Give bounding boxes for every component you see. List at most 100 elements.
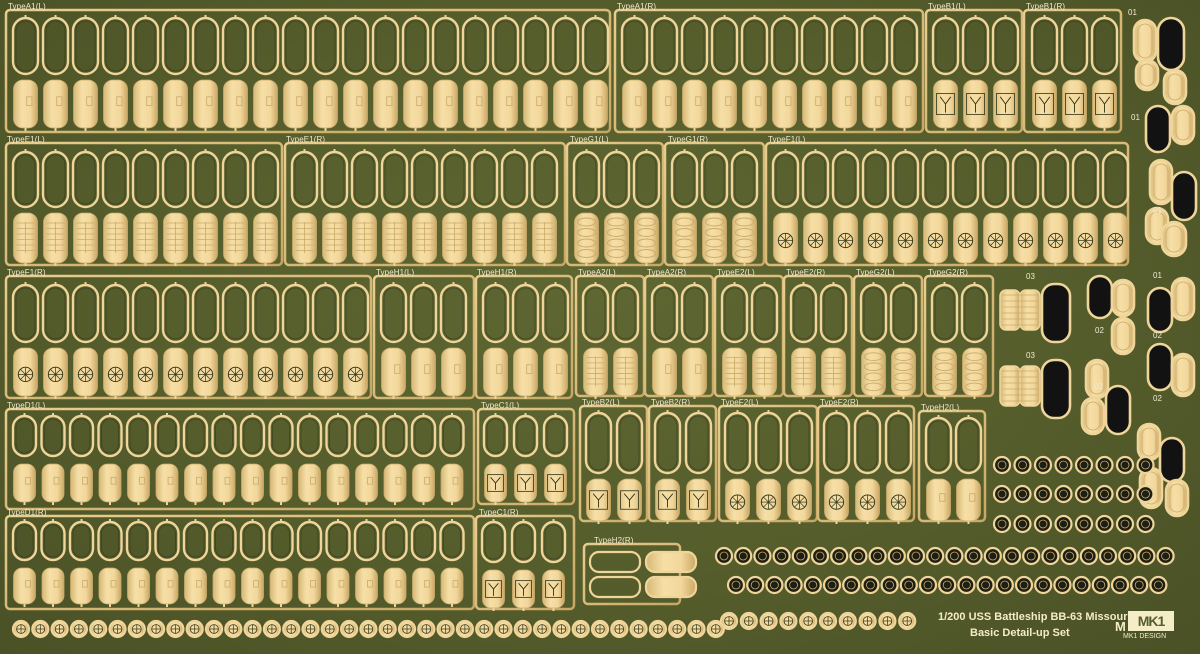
round-fitting-part <box>108 619 127 639</box>
door-panel-part <box>155 567 179 607</box>
door-panel-part <box>440 463 464 505</box>
door-panel-part <box>412 567 435 607</box>
door-panel-part <box>472 212 497 266</box>
round-fitting-part <box>906 546 926 566</box>
label-type-a1-right: TypeA1(R) <box>617 2 657 11</box>
round-fitting-part <box>397 619 417 639</box>
door-panel-part <box>253 347 278 399</box>
round-fitting-part <box>166 619 185 639</box>
door-frame-part <box>251 282 280 344</box>
door-frame-part <box>11 149 40 209</box>
door-frame-part <box>182 413 209 458</box>
door-panel-part <box>13 212 38 266</box>
round-fitting-part <box>185 619 204 639</box>
round-fitting-part <box>887 546 906 566</box>
door-frame-part <box>380 149 409 209</box>
round-fitting-part <box>1013 455 1032 475</box>
door-panel-part <box>193 347 218 399</box>
door-frame-part <box>482 413 509 458</box>
round-fitting-part <box>340 619 359 639</box>
door-panel-part <box>212 463 236 505</box>
round-fitting-part <box>1013 514 1032 534</box>
door-panel-part <box>193 212 218 266</box>
door-panel-part <box>553 79 578 131</box>
door-frame-part <box>924 415 953 475</box>
door-frame-part <box>700 149 729 209</box>
door-panel-part <box>163 79 188 131</box>
door-panel-part <box>411 347 436 399</box>
door-panel-part <box>652 347 677 399</box>
brand-logo: MK1 <box>1128 611 1174 631</box>
door-panel-part <box>863 212 888 266</box>
round-fitting-part <box>803 575 822 595</box>
door-frame-part <box>584 410 613 475</box>
door-panel-part <box>983 212 1008 266</box>
round-fitting-part <box>1079 546 1098 566</box>
door-frame-part <box>1060 15 1089 76</box>
brass-oval-part <box>1148 158 1174 206</box>
door-frame-part <box>97 413 123 458</box>
round-fitting-part <box>818 611 838 631</box>
door-panel-part <box>512 569 535 611</box>
round-fitting-part <box>926 546 945 566</box>
door-panel-part <box>184 567 207 607</box>
round-fitting-part <box>1149 575 1168 595</box>
door-panel-part <box>583 347 608 399</box>
round-fitting-part <box>992 484 1012 504</box>
door-frame-part <box>653 410 682 475</box>
door-panel-part <box>269 567 293 607</box>
round-fitting-part <box>1034 575 1053 595</box>
door-frame-part <box>500 149 529 209</box>
door-frame-part <box>325 413 351 458</box>
door-frame-part <box>951 149 980 209</box>
round-fitting-part <box>1130 575 1149 595</box>
door-frame-part <box>1041 149 1070 209</box>
door-panel-part <box>1073 212 1098 266</box>
door-frame-part <box>859 282 888 344</box>
door-frame-part <box>11 282 40 344</box>
label-part-03: 03 <box>1026 272 1036 281</box>
dark-oval-part <box>1158 436 1186 484</box>
round-fitting-part <box>455 619 474 639</box>
door-panel-part <box>73 79 98 131</box>
door-panel-part <box>923 212 948 266</box>
door-panel-part <box>103 212 128 266</box>
round-fitting-part <box>89 619 108 639</box>
door-frame-part <box>161 282 190 344</box>
round-fitting-part <box>714 546 734 566</box>
door-panel-part <box>655 478 680 524</box>
door-frame-part <box>379 282 408 344</box>
door-panel-part <box>70 567 93 607</box>
door-frame-part <box>341 282 370 344</box>
door-panel-part <box>953 212 978 266</box>
label-type-g2-left: TypeG2(L) <box>856 268 895 277</box>
round-fitting-part <box>590 619 610 639</box>
door-panel-part <box>1062 79 1087 131</box>
dark-oval-part <box>1144 104 1172 154</box>
door-frame-part <box>191 282 220 344</box>
round-fitting-part <box>1136 484 1155 504</box>
door-panel-part <box>833 212 858 266</box>
door-panel-part <box>752 347 777 399</box>
label-type-f2-left: TypeF2(L) <box>721 398 759 407</box>
round-fitting-part <box>1156 546 1175 566</box>
door-panel-part <box>532 212 557 266</box>
brass-oval-part <box>1136 422 1162 462</box>
door-panel-part <box>756 478 781 524</box>
dark-oval-part <box>1104 384 1132 436</box>
round-fitting-part <box>1118 546 1137 566</box>
round-fitting-part <box>995 575 1014 595</box>
door-frame-part <box>541 282 570 344</box>
door-frame-part <box>71 15 100 76</box>
door-panel-part <box>326 567 350 607</box>
round-fitting-part <box>880 575 899 595</box>
label-type-g2-right: TypeG2(R) <box>928 268 969 277</box>
door-frame-part <box>481 282 510 344</box>
door-panel-part <box>484 463 507 505</box>
round-fitting-part <box>784 575 803 595</box>
door-frame-part <box>371 15 400 76</box>
door-panel-part <box>502 212 527 266</box>
door-frame-part <box>268 413 294 458</box>
door-panel-part <box>803 212 828 266</box>
door-panel-part <box>933 79 958 131</box>
